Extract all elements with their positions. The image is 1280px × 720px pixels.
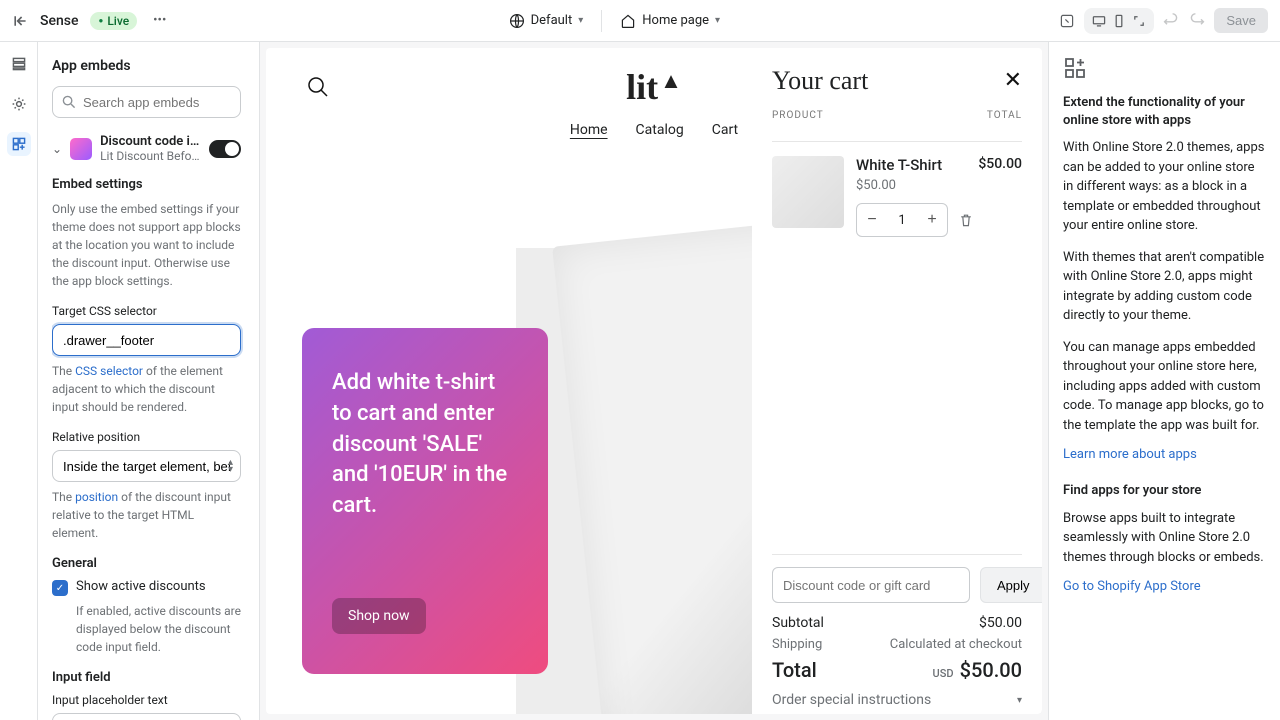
app-store-link[interactable]: Go to Shopify App Store: [1063, 579, 1201, 594]
qty-value: 1: [887, 213, 917, 228]
apply-button[interactable]: Apply: [980, 567, 1042, 603]
rail-app-embeds-icon[interactable]: [7, 132, 31, 156]
exit-icon[interactable]: [12, 13, 28, 29]
live-badge: Live: [90, 12, 137, 30]
nav-catalog[interactable]: Catalog: [636, 122, 684, 138]
embed-title: Discount code input: [100, 134, 201, 149]
show-active-label: Show active discounts: [76, 579, 206, 594]
info-p3: You can manage apps embedded throughout …: [1063, 338, 1266, 436]
app-icon: [70, 138, 92, 160]
total-value: $50.00: [960, 658, 1022, 682]
left-rail: [0, 42, 38, 720]
shop-now-button[interactable]: Shop now: [332, 598, 426, 634]
info-p4: Browse apps built to integrate seamlessl…: [1063, 509, 1266, 568]
subtotal-label: Subtotal: [772, 615, 824, 631]
relative-position-label: Relative position: [52, 430, 241, 444]
total-label: Total: [772, 658, 817, 682]
nav-home[interactable]: Home: [570, 122, 608, 138]
relative-position-select[interactable]: [52, 450, 241, 482]
target-css-input[interactable]: [52, 324, 241, 356]
store-search-icon[interactable]: [306, 75, 330, 99]
info-heading-1: Extend the functionality of your online …: [1063, 94, 1266, 130]
promo-card: Add white t-shirt to cart and enter disc…: [302, 328, 548, 674]
search-input[interactable]: [52, 86, 241, 118]
desktop-icon[interactable]: [1090, 12, 1108, 30]
show-active-checkbox[interactable]: ✓: [52, 580, 68, 596]
promo-text: Add white t-shirt to cart and enter disc…: [332, 368, 518, 522]
site-name: Sense: [40, 13, 78, 29]
target-help: The CSS selector of the element adjacent…: [52, 362, 241, 416]
rail-settings-icon[interactable]: [7, 92, 31, 116]
nav-cart[interactable]: Cart: [712, 122, 738, 138]
embed-row: ⌄ Discount code input Lit Discount Befor…: [52, 134, 241, 163]
embed-toggle[interactable]: [209, 140, 241, 158]
page-selector[interactable]: Home page ▾: [620, 13, 720, 29]
preview-pane: lit▲ Home Catalog Cart Add white t-shirt…: [260, 42, 1048, 720]
placeholder-label: Input placeholder text: [52, 693, 241, 707]
shipping-label: Shipping: [772, 637, 822, 652]
qty-increase[interactable]: +: [917, 204, 947, 236]
search-icon: [62, 95, 76, 109]
select-chevron-icon: ▴▾: [228, 459, 233, 473]
shipping-value: Calculated at checkout: [890, 637, 1022, 652]
relative-help: The position of the discount input relat…: [52, 488, 241, 542]
cart-item-price: $50.00: [856, 178, 1022, 193]
info-p1: With Online Store 2.0 themes, apps can b…: [1063, 138, 1266, 236]
order-special-instructions[interactable]: Order special instructions ▾: [772, 692, 1022, 708]
cart-item-image: [772, 156, 844, 228]
info-p2: With themes that aren't compatible with …: [1063, 248, 1266, 326]
redo-icon: [1188, 12, 1206, 30]
close-icon[interactable]: ✕: [1004, 70, 1022, 92]
show-active-help: If enabled, active discounts are display…: [76, 602, 241, 656]
mobile-icon[interactable]: [1110, 12, 1128, 30]
page-label: Home page: [642, 13, 709, 28]
css-selector-link[interactable]: CSS selector: [75, 364, 143, 378]
sidebar: App embeds ⌄ Discount code input Lit Dis…: [38, 42, 260, 720]
target-label: Target CSS selector: [52, 304, 241, 318]
learn-more-link[interactable]: Learn more about apps: [1063, 447, 1197, 462]
save-button: Save: [1214, 8, 1268, 33]
quantity-stepper: − 1 +: [856, 203, 948, 237]
store-logo: lit▲: [626, 66, 682, 108]
sidebar-title: App embeds: [52, 58, 241, 74]
section-embed-settings: Embed settings: [52, 177, 241, 192]
placeholder-input[interactable]: [52, 713, 241, 720]
chevron-down-icon: ▾: [1017, 695, 1022, 706]
embed-subtitle: Lit Discount Before C...: [100, 149, 201, 163]
preset-selector[interactable]: Default ▾: [509, 13, 584, 29]
section-input-field: Input field: [52, 670, 241, 685]
apps-grid-icon: [1063, 56, 1087, 80]
qty-decrease[interactable]: −: [857, 204, 887, 236]
cart-item-line-total: $50.00: [978, 156, 1022, 178]
section-general: General: [52, 556, 241, 571]
rail-sections-icon[interactable]: [7, 52, 31, 76]
chevron-down-icon: ▾: [578, 15, 583, 26]
cart-item: White T-Shirt $50.00 $50.00 − 1 +: [772, 156, 1022, 237]
position-link[interactable]: position: [75, 490, 118, 504]
currency: USD: [933, 667, 954, 680]
topbar: Sense Live ••• Default ▾ Home page ▾: [0, 0, 1280, 42]
undo-icon: [1162, 12, 1180, 30]
more-icon[interactable]: •••: [149, 9, 170, 32]
cart-drawer: Your cart ✕ PRODUCT TOTAL: [752, 48, 1042, 714]
embed-help: Only use the embed settings if your them…: [52, 200, 241, 290]
cart-title: Your cart: [772, 66, 868, 96]
info-heading-2: Find apps for your store: [1063, 482, 1266, 500]
chevron-down-icon: ▾: [715, 15, 720, 26]
cart-item-title: White T-Shirt: [856, 156, 942, 174]
inspector-icon[interactable]: [1058, 12, 1076, 30]
device-switcher: [1084, 8, 1154, 34]
subtotal-value: $50.00: [979, 615, 1022, 631]
preset-label: Default: [531, 13, 573, 28]
col-product: PRODUCT: [772, 110, 824, 121]
info-panel: Extend the functionality of your online …: [1048, 42, 1280, 720]
collapse-icon[interactable]: ⌄: [52, 142, 62, 156]
discount-input[interactable]: [772, 567, 970, 603]
col-total: TOTAL: [987, 110, 1022, 121]
trash-icon[interactable]: [958, 212, 974, 228]
fullscreen-icon[interactable]: [1130, 12, 1148, 30]
